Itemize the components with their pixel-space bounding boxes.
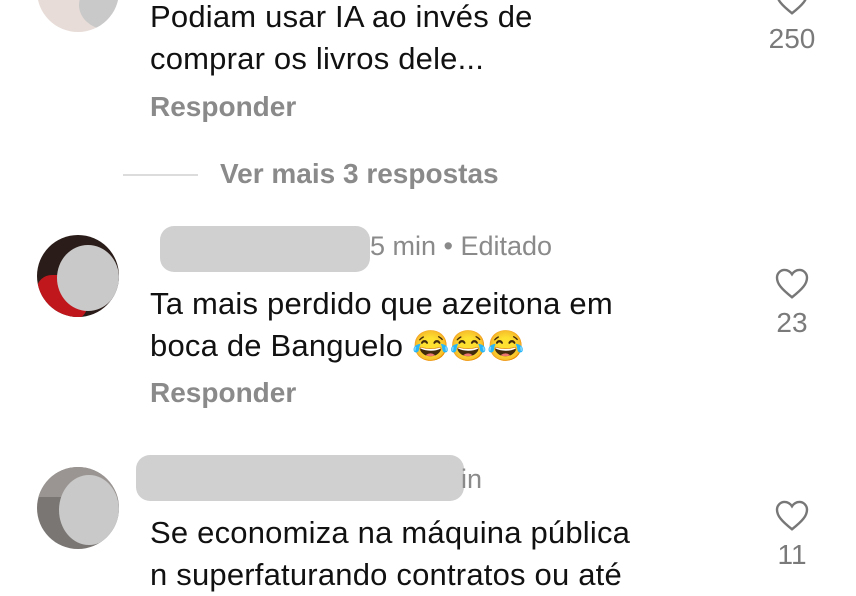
- avatar[interactable]: [37, 0, 119, 32]
- heart-icon: [775, 268, 809, 299]
- like-count: 250: [768, 23, 816, 54]
- comment-text: Ta mais perdido que azeitona em boca de …: [150, 283, 613, 368]
- comment-line: comprar os livros dele...: [150, 41, 485, 76]
- comment-meta: 5 min • Editado: [370, 231, 552, 262]
- avatar[interactable]: [37, 467, 119, 549]
- edited-label: • Editado: [443, 231, 553, 261]
- divider: [123, 174, 198, 176]
- username-redacted: [136, 455, 464, 501]
- comment-line: Se economiza na máquina pública: [150, 515, 631, 550]
- heart-icon: [775, 500, 809, 531]
- like-button[interactable]: 11: [757, 498, 827, 571]
- comment-line: Ta mais perdido que azeitona em: [150, 286, 613, 321]
- reply-button[interactable]: Responder: [150, 377, 296, 409]
- like-count: 23: [776, 307, 808, 338]
- like-button[interactable]: 250: [757, 0, 827, 55]
- comment-time: in: [461, 464, 483, 494]
- username-redacted: [160, 226, 370, 272]
- comment-time: 5 min: [370, 231, 437, 261]
- comment-line: n superfaturando contratos ou até: [150, 557, 622, 592]
- comment-line: Podiam usar IA ao invés de: [150, 0, 533, 34]
- comment-text: Se economiza na máquina pública n superf…: [150, 512, 630, 596]
- like-count: 11: [777, 539, 807, 570]
- like-button[interactable]: 23: [757, 266, 827, 339]
- view-more-replies[interactable]: Ver mais 3 respostas: [220, 158, 499, 190]
- comment-line-with-emoji: boca de Banguelo 😂😂😂: [150, 328, 525, 363]
- laughing-emoji: 😂😂😂: [411, 330, 525, 363]
- reply-button[interactable]: Responder: [150, 91, 296, 123]
- comment-text: Podiam usar IA ao invés de comprar os li…: [150, 0, 533, 80]
- heart-icon: [777, 0, 807, 15]
- avatar[interactable]: [37, 235, 119, 317]
